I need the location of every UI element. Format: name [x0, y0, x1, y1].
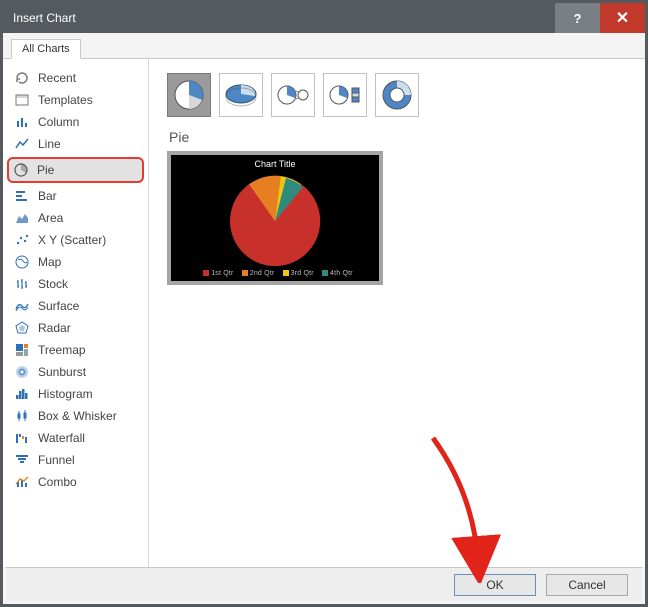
area-icon	[14, 210, 30, 226]
sidebar-item-label: Sunburst	[38, 365, 86, 379]
section-title: Pie	[169, 129, 627, 145]
tab-all-charts[interactable]: All Charts	[11, 39, 81, 59]
sidebar-item-label: Histogram	[38, 387, 93, 401]
sidebar-item-radar[interactable]: Radar	[9, 317, 142, 339]
sidebar-item-label: Line	[38, 137, 61, 151]
sidebar-item-label: Pie	[37, 163, 54, 177]
sidebar-item-label: Radar	[38, 321, 71, 335]
histogram-icon	[14, 386, 30, 402]
sidebar-item-funnel[interactable]: Funnel	[9, 449, 142, 471]
sidebar-item-label: X Y (Scatter)	[38, 233, 106, 247]
sidebar-item-boxwhisker[interactable]: Box & Whisker	[9, 405, 142, 427]
preview-chart-title: Chart Title	[171, 155, 379, 169]
subtype-doughnut[interactable]	[375, 73, 419, 117]
templates-icon	[14, 92, 30, 108]
sidebar-item-area[interactable]: Area	[9, 207, 142, 229]
sidebar-item-stock[interactable]: Stock	[9, 273, 142, 295]
sidebar-item-sunburst[interactable]: Sunburst	[9, 361, 142, 383]
sidebar-item-map[interactable]: Map	[9, 251, 142, 273]
boxwhisker-icon	[14, 408, 30, 424]
subtype-pie[interactable]	[167, 73, 211, 117]
bar-icon	[14, 188, 30, 204]
line-icon	[14, 136, 30, 152]
surface-icon	[14, 298, 30, 314]
sidebar-item-label: Funnel	[38, 453, 75, 467]
chart-category-list: Recent Templates Column Line	[3, 59, 148, 567]
subtype-bar-of-pie[interactable]	[323, 73, 367, 117]
sidebar-item-histogram[interactable]: Histogram	[9, 383, 142, 405]
sidebar-item-column[interactable]: Column	[9, 111, 142, 133]
ok-button[interactable]: OK	[454, 574, 536, 596]
sidebar-item-label: Area	[38, 211, 63, 225]
sidebar-item-label: Recent	[38, 71, 76, 85]
subtype-3d-pie[interactable]	[219, 73, 263, 117]
combo-icon	[14, 474, 30, 490]
sidebar-item-bar[interactable]: Bar	[9, 185, 142, 207]
scatter-icon	[14, 232, 30, 248]
sidebar-item-combo[interactable]: Combo	[9, 471, 142, 493]
sidebar-item-line[interactable]: Line	[9, 133, 142, 155]
column-icon	[14, 114, 30, 130]
sidebar-item-pie[interactable]: Pie	[7, 157, 144, 183]
waterfall-icon	[14, 430, 30, 446]
preview-legend: 1st Qtr 2nd Qtr 3rd Qtr 4th Qtr	[171, 270, 379, 277]
sidebar-item-scatter[interactable]: X Y (Scatter)	[9, 229, 142, 251]
pie-subtype-row	[167, 73, 627, 117]
funnel-icon	[14, 452, 30, 468]
dialog-window: Insert Chart ? ✕ All Charts Recent Templ…	[0, 0, 648, 607]
preview-pie-graphic	[225, 171, 325, 271]
sidebar-item-label: Map	[38, 255, 61, 269]
sidebar-item-label: Waterfall	[38, 431, 85, 445]
sidebar-item-label: Stock	[38, 277, 68, 291]
close-button[interactable]: ✕	[600, 3, 645, 33]
stock-icon	[14, 276, 30, 292]
sidebar-item-surface[interactable]: Surface	[9, 295, 142, 317]
cancel-button[interactable]: Cancel	[546, 574, 628, 596]
map-icon	[14, 254, 30, 270]
sidebar-item-label: Surface	[38, 299, 79, 313]
main-panel: Pie Chart Title	[148, 59, 645, 567]
radar-icon	[14, 320, 30, 336]
sidebar-item-label: Column	[38, 115, 79, 129]
sidebar-item-label: Templates	[38, 93, 93, 107]
sidebar-item-label: Combo	[38, 475, 77, 489]
pie-icon	[13, 162, 29, 178]
sidebar-item-templates[interactable]: Templates	[9, 89, 142, 111]
chart-preview[interactable]: Chart Title 1s	[167, 151, 383, 285]
title-bar: Insert Chart ? ✕	[3, 3, 645, 33]
help-button[interactable]: ?	[555, 3, 600, 33]
dialog-footer: OK Cancel	[6, 567, 642, 601]
subtype-pie-of-pie[interactable]	[271, 73, 315, 117]
sidebar-item-recent[interactable]: Recent	[9, 67, 142, 89]
window-title: Insert Chart	[3, 11, 555, 25]
sidebar-item-label: Box & Whisker	[38, 409, 117, 423]
sunburst-icon	[14, 364, 30, 380]
tab-strip: All Charts	[3, 33, 645, 59]
sidebar-item-label: Bar	[38, 189, 57, 203]
treemap-icon	[14, 342, 30, 358]
sidebar-item-treemap[interactable]: Treemap	[9, 339, 142, 361]
sidebar-item-label: Treemap	[38, 343, 86, 357]
dialog-body: Recent Templates Column Line	[3, 59, 645, 567]
recent-icon	[14, 70, 30, 86]
sidebar-item-waterfall[interactable]: Waterfall	[9, 427, 142, 449]
